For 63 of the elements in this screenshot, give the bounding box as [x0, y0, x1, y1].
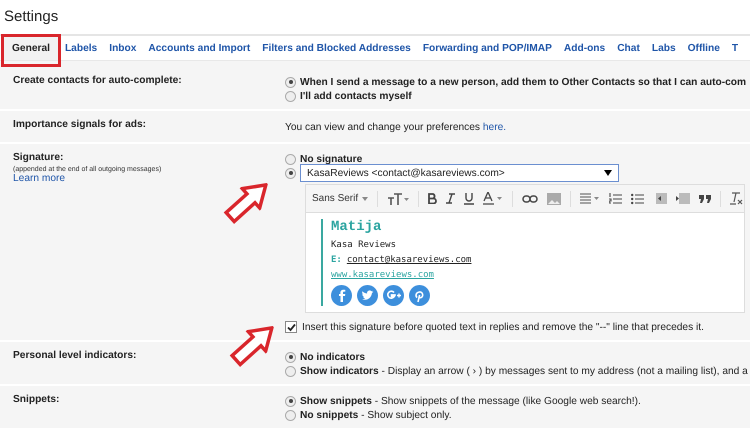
option-label: No snippets - Show subject only.	[300, 410, 452, 420]
quote-icon[interactable]	[699, 194, 712, 202]
twitter-icon[interactable]	[357, 285, 378, 306]
checkbox[interactable]	[285, 321, 297, 333]
page-title: Settings	[3, 7, 60, 27]
underline-icon[interactable]	[464, 192, 474, 204]
radio-button[interactable]	[285, 90, 296, 102]
font-dropdown[interactable]: Sans Serif	[312, 193, 368, 204]
email-link[interactable]: contact@kasareviews.com	[346, 255, 472, 265]
clear-formatting-icon[interactable]	[730, 192, 744, 205]
outdent-icon[interactable]	[653, 193, 668, 204]
radio-button[interactable]	[285, 168, 296, 178]
settings-tab[interactable]: Chat	[611, 36, 646, 60]
here-link[interactable]: here.	[482, 122, 506, 133]
setting-label: Signature:	[13, 152, 64, 163]
info-text: You can view and change your preferences here.	[285, 121, 508, 135]
option-label: Show snippets - Show snippets of the message (like Google web search!).	[300, 396, 641, 406]
radio-button[interactable]	[285, 154, 296, 164]
bold-icon[interactable]	[428, 193, 438, 204]
learn-more-link[interactable]: Learn more	[13, 173, 285, 184]
google-plus-icon[interactable]	[383, 285, 404, 306]
text-color-icon[interactable]	[483, 192, 504, 205]
align-icon[interactable]	[580, 193, 600, 204]
radio-button[interactable]	[285, 366, 296, 376]
settings-tab[interactable]: Accounts and Import	[142, 36, 256, 60]
radio-button[interactable]	[285, 352, 296, 362]
option-label: Show indicators - Display an arrow ( › ) by messages sent to my address (not a mailing list), and a	[300, 366, 748, 376]
settings-tab[interactable]: Inbox	[103, 36, 142, 60]
settings-tab[interactable]: General	[3, 36, 59, 60]
caret-icon	[604, 170, 612, 176]
highlight-frame	[1, 34, 61, 67]
option-label: No signature	[300, 154, 362, 164]
link-icon[interactable]	[522, 194, 538, 202]
settings-tab[interactable]: Labels	[58, 36, 104, 60]
settings-tab[interactable]: Labs	[646, 36, 682, 60]
settings-tab[interactable]: Forwarding and POP/IMAP	[416, 36, 558, 60]
setting-label: Snippets:	[13, 394, 60, 405]
radio-button[interactable]	[285, 396, 296, 406]
settings-tab[interactable]: Offline	[682, 36, 726, 60]
indent-icon[interactable]	[676, 193, 690, 204]
settings-tab[interactable]: Add-ons	[558, 36, 612, 60]
caret-icon	[362, 196, 368, 200]
italic-icon[interactable]	[446, 193, 456, 204]
option-label: I'll add contacts myself	[300, 90, 412, 102]
setting-label: Personal level indicators:	[13, 350, 138, 361]
numbered-list-icon[interactable]	[609, 192, 622, 204]
radio-button[interactable]	[285, 410, 296, 420]
option-label: When I send a message to a new person, add them to Other Contacts so that I can auto-com	[300, 76, 746, 88]
setting-label: Importance signals for ads:	[13, 119, 148, 130]
text-size-icon[interactable]	[387, 192, 410, 204]
option-label: No indicators	[300, 352, 366, 362]
checkbox-label: Insert this signature before quoted text in replies and remove the "--" line that precedes it.	[302, 322, 704, 332]
bulleted-list-icon[interactable]	[631, 192, 644, 204]
signature-name: Matija	[331, 219, 382, 235]
facebook-icon[interactable]	[331, 285, 352, 306]
settings-tab[interactable]: T	[726, 36, 744, 60]
signature-select[interactable]: KasaReviews <contact@kasareviews.com>	[300, 164, 619, 182]
setting-label: Create contacts for auto-complete:	[13, 75, 183, 86]
pinterest-icon[interactable]	[409, 285, 430, 306]
signature-company: Kasa Reviews	[331, 240, 396, 250]
settings-tab[interactable]: Filters and Blocked Addresses	[256, 36, 417, 60]
radio-button[interactable]	[285, 76, 296, 88]
email-label: E:	[331, 255, 342, 265]
